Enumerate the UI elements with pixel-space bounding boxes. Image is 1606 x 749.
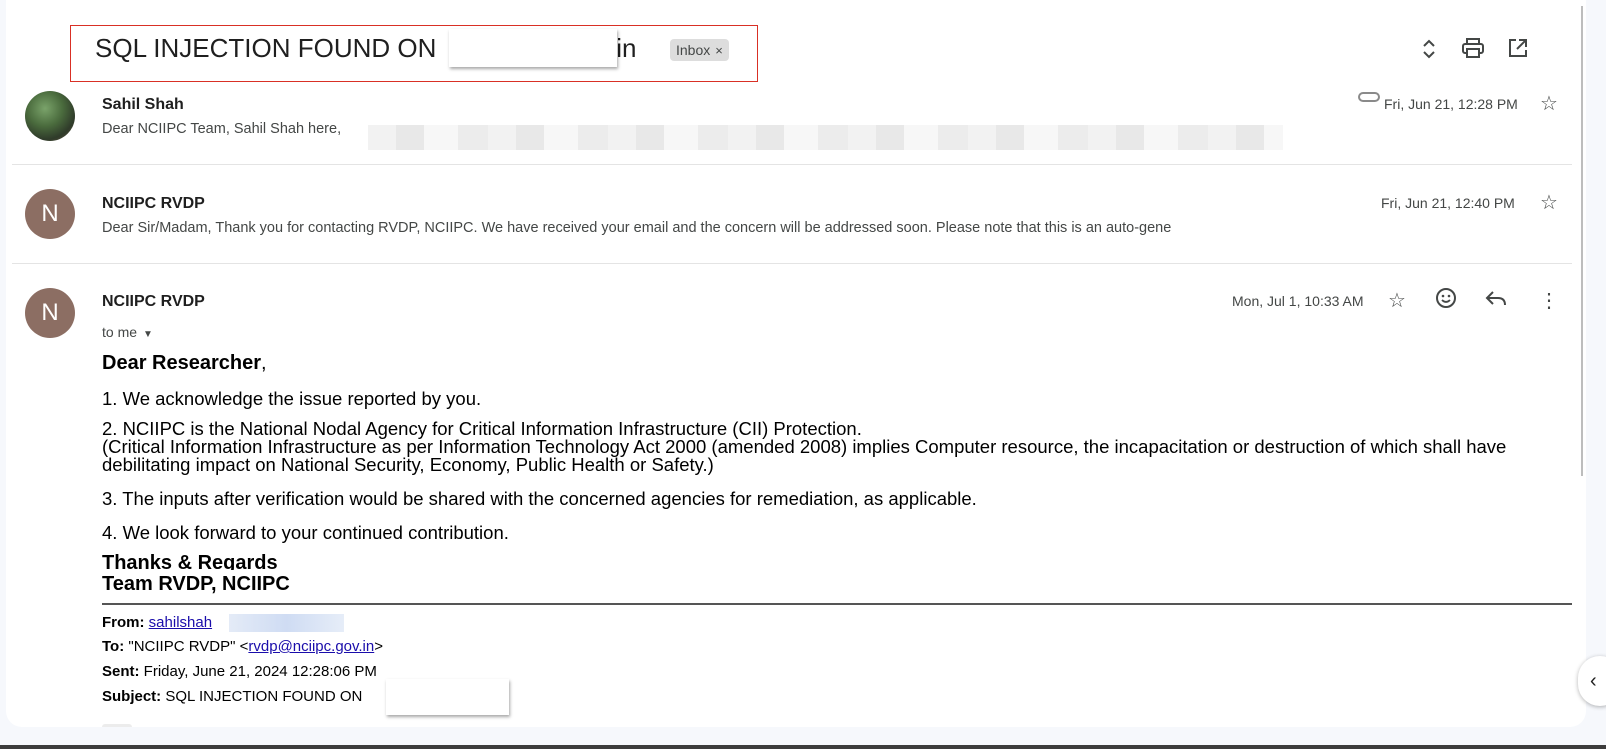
greeting-comma: , — [261, 352, 267, 374]
quoted-subject-line: Subject: SQL INJECTION FOUND ON — [102, 688, 362, 705]
star-icon[interactable]: ☆ — [1535, 189, 1563, 217]
chevron-down-icon[interactable]: ▼ — [143, 329, 153, 340]
print-icon[interactable] — [1460, 38, 1486, 64]
expand-collapse-icon[interactable] — [1416, 38, 1442, 64]
sender-avatar[interactable]: N — [25, 189, 75, 239]
sender-avatar[interactable] — [25, 91, 75, 141]
emoji-reaction-icon[interactable] — [1432, 287, 1460, 315]
body-paragraph: 4. We look forward to your continued con… — [102, 522, 509, 543]
message-divider — [12, 263, 1572, 264]
sender-name[interactable]: NCIIPC RVDP — [102, 293, 205, 311]
body-paragraph-line: (Critical Information Infrastructure as … — [102, 436, 1507, 475]
quoted-from-label: From: — [102, 614, 145, 631]
redaction-box — [449, 29, 617, 67]
quoted-sent-label: Sent: — [102, 663, 140, 680]
quoted-subject-label: Subject: — [102, 688, 162, 705]
quoted-to-line: To: "NCIIPC RVDP" <rvdp@nciipc.gov.in> — [102, 638, 383, 655]
redaction-box — [229, 614, 344, 632]
message-time: Fri, Jun 21, 12:28 PM — [1384, 96, 1518, 112]
greeting: Dear Researcher, — [102, 352, 267, 375]
quoted-subject-value: SQL INJECTION FOUND ON — [165, 688, 363, 705]
sender-name[interactable]: NCIIPC RVDP — [102, 195, 205, 213]
reply-icon[interactable] — [1482, 287, 1510, 315]
open-in-new-window-icon[interactable] — [1505, 38, 1531, 64]
message-time: Mon, Jul 1, 10:33 AM — [1232, 293, 1364, 309]
signoff-container: Thanks & Regards — [102, 552, 402, 570]
window-bottom-edge — [0, 745, 1606, 749]
message-snippet[interactable]: Dear NCIIPC Team, Sahil Shah here, — [102, 121, 341, 137]
signoff: Thanks & Regards — [102, 552, 278, 570]
quoted-to-suffix: > — [374, 638, 383, 655]
body-paragraph: 1. We acknowledge the issue reported by … — [102, 388, 482, 409]
quoted-sent-value: Friday, June 21, 2024 12:28:06 PM — [143, 663, 377, 680]
more-options-icon[interactable]: ⋮ — [1535, 287, 1563, 315]
attachment-icon — [1358, 92, 1380, 102]
quote-separator — [102, 603, 1572, 605]
chevron-left-icon: ‹ — [1590, 670, 1597, 692]
greeting-bold: Dear Researcher — [102, 352, 261, 374]
recipient-text: to me — [102, 324, 138, 340]
message-divider — [12, 164, 1572, 165]
thread-subject: SQL INJECTION FOUND ON — [95, 33, 437, 63]
signature-team: Team RVDP, NCIIPC — [102, 573, 290, 595]
sender-avatar[interactable]: N — [25, 288, 75, 338]
star-icon[interactable]: ☆ — [1383, 287, 1411, 315]
recipient-details-toggle[interactable]: to me ▼ — [102, 324, 153, 340]
inbox-label-chip[interactable]: Inbox × — [670, 39, 729, 61]
body-paragraph: 2. NCIIPC is the National Nodal Agency f… — [102, 419, 1542, 475]
attachment-chip-edge — [102, 724, 132, 727]
quoted-to-label: To: — [102, 638, 125, 655]
body-paragraph: 3. The inputs after verification would b… — [102, 488, 977, 509]
remove-label-icon[interactable]: × — [715, 43, 723, 58]
redaction-box — [368, 125, 1283, 150]
scrollbar[interactable] — [1581, 6, 1583, 476]
message-snippet[interactable]: Dear Sir/Madam, Thank you for contacting… — [102, 220, 1171, 236]
quoted-from-text: sahilshah — [148, 614, 213, 631]
sender-name[interactable]: Sahil Shah — [102, 96, 184, 114]
email-thread-panel: SQL INJECTION FOUND ON s.in Inbox× Sahil… — [6, 0, 1586, 727]
quoted-to-prefix: "NCIIPC RVDP" < — [128, 638, 249, 655]
message-time: Fri, Jun 21, 12:40 PM — [1381, 195, 1515, 211]
inbox-label-text: Inbox — [676, 42, 711, 58]
quoted-to-email-link[interactable]: rvdp@nciipc.gov.in — [248, 638, 374, 655]
quoted-sent-line: Sent: Friday, June 21, 2024 12:28:06 PM — [102, 663, 377, 680]
star-icon[interactable]: ☆ — [1535, 90, 1563, 118]
redaction-box — [386, 679, 509, 715]
